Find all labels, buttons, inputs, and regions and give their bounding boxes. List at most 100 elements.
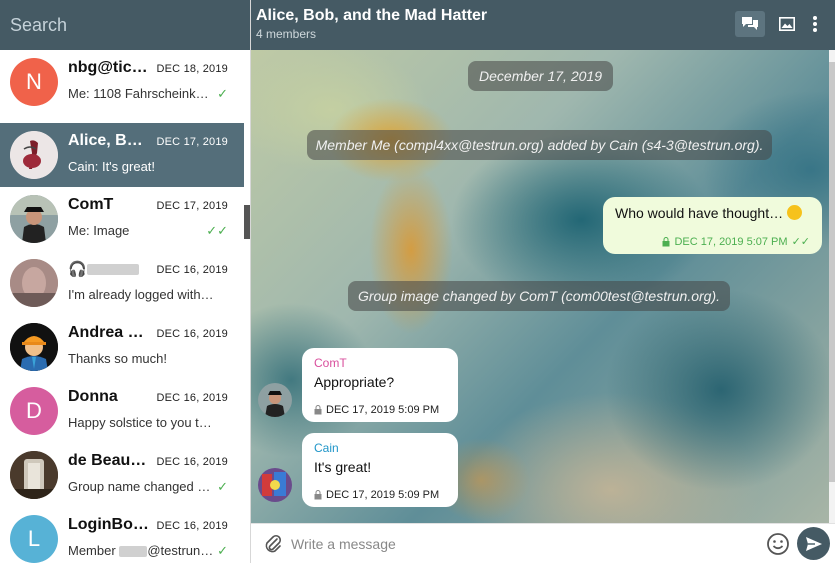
chat-preview: Me: Image: [68, 223, 130, 238]
message-meta: DEC 17, 2019 5:07 PM ✓✓: [662, 235, 810, 248]
chat-date: DEC 17, 2019: [156, 136, 228, 148]
chat-date: DEC 16, 2019: [156, 264, 228, 276]
message-text: Who would have thought…: [615, 205, 810, 221]
avatar: D: [10, 387, 58, 435]
chat-date: DEC 16, 2019: [156, 392, 228, 404]
message-body: Who would have thought…: [615, 205, 784, 221]
more-vertical-icon: [813, 16, 817, 32]
chat-subtitle: 4 members: [256, 27, 317, 41]
chat-name: 🎧: [68, 260, 152, 279]
double-check-icon: ✓✓: [206, 223, 228, 238]
redacted-address: [119, 546, 148, 558]
avatar: L: [10, 515, 58, 563]
chat-date: DEC 16, 2019: [156, 520, 228, 532]
app-window: N nbg@tick… DEC 18, 2019 Me: 1108 Fahrsc…: [0, 0, 835, 563]
chat-name: de Beauvo…: [68, 452, 152, 469]
chat-preview: Thanks so much!: [68, 351, 167, 366]
chat-preview: Member @testrun…: [68, 543, 214, 558]
send-button[interactable]: [797, 527, 830, 560]
chat-date: DEC 18, 2019: [156, 63, 228, 75]
avatar-letter: D: [26, 398, 42, 423]
attach-button[interactable]: [263, 533, 283, 555]
incoming-message[interactable]: ComT Appropriate? DEC 17, 2019 5:09 PM: [302, 348, 458, 422]
message-meta: DEC 17, 2019 5:09 PM: [314, 404, 439, 416]
chat-name: LoginBot …: [68, 516, 152, 533]
chat-item-loginbot[interactable]: L LoginBot … DEC 16, 2019 Member @testru…: [0, 507, 244, 563]
chat-list-scrollbar[interactable]: [244, 205, 250, 239]
search-input[interactable]: [0, 0, 250, 50]
chat-date: DEC 16, 2019: [156, 328, 228, 340]
message-text: Appropriate?: [314, 374, 395, 390]
redacted-name: [86, 264, 139, 276]
chat-name: nbg@tick…: [68, 59, 152, 76]
chat-date: DEC 16, 2019: [156, 456, 228, 468]
lock-icon: [314, 405, 322, 415]
sidebar: N nbg@tick… DEC 18, 2019 Me: 1108 Fahrsc…: [0, 0, 251, 563]
system-message-group-image: Group image changed by ComT (com00test@t…: [348, 281, 730, 311]
check-icon: ✓: [217, 543, 228, 558]
message-input[interactable]: [287, 529, 757, 559]
chat-item-comt[interactable]: ComT DEC 17, 2019 Me: Image ✓✓: [0, 187, 244, 251]
preview-suffix: @testrun…: [147, 543, 214, 558]
more-menu-button[interactable]: [802, 11, 828, 37]
emoji-button[interactable]: [766, 532, 790, 556]
chat-item-andrea[interactable]: Andrea Gu… DEC 16, 2019 Thanks so much!: [0, 315, 244, 379]
paperclip-icon: [265, 534, 282, 553]
chat-bubbles-button[interactable]: [735, 11, 765, 37]
send-icon: [805, 536, 822, 551]
chat-preview: Happy solstice to you t…: [68, 415, 212, 430]
avatar-letter: L: [27, 526, 41, 551]
sender-name[interactable]: ComT: [314, 356, 446, 370]
avatar-letter: N: [26, 69, 42, 94]
chat-name: Andrea Gu…: [68, 324, 152, 341]
chat-list[interactable]: N nbg@tick… DEC 18, 2019 Me: 1108 Fahrsc…: [0, 50, 244, 563]
chat-date: DEC 17, 2019: [156, 200, 228, 212]
date-separator: December 17, 2019: [468, 61, 613, 91]
image-icon: [779, 17, 795, 31]
chat-item-redacted[interactable]: 🎧 DEC 16, 2019 I'm already logged with…: [0, 251, 244, 315]
headphones-icon: 🎧: [68, 261, 87, 278]
chat-item-donna[interactable]: D Donna DEC 16, 2019 Happy solstice to y…: [0, 379, 244, 443]
avatar: [10, 451, 58, 499]
avatar: [10, 259, 58, 307]
check-icon: ✓: [217, 86, 228, 101]
smiley-icon: [767, 533, 789, 555]
sender-name[interactable]: Cain: [314, 441, 446, 455]
message-timestamp: DEC 17, 2019 5:07 PM: [674, 235, 788, 248]
avatar: N: [10, 58, 58, 106]
chat-name: Alice, Bob,…: [68, 132, 152, 149]
avatar: [10, 195, 58, 243]
message-list-scrollbar[interactable]: [829, 50, 835, 523]
shushing-face-emoji: [787, 205, 803, 220]
gallery-button[interactable]: [772, 11, 802, 37]
avatar: [10, 323, 58, 371]
outgoing-message[interactable]: Who would have thought… DEC 17, 2019 5:0…: [603, 197, 822, 254]
sender-avatar[interactable]: [258, 468, 292, 502]
chat-item-de-beauvoir[interactable]: de Beauvo… DEC 16, 2019 Group name chang…: [0, 443, 244, 507]
chat-bubbles-icon: [742, 17, 758, 30]
composer: [251, 523, 835, 563]
message-meta: DEC 17, 2019 5:09 PM: [314, 489, 439, 501]
chat-header: Alice, Bob, and the Mad Hatter 4 members: [251, 0, 835, 50]
chat-preview: Me: 1108 Fahrscheink…: [68, 86, 209, 101]
message-timestamp: DEC 17, 2019 5:09 PM: [326, 404, 440, 416]
chat-item-nbg[interactable]: N nbg@tick… DEC 18, 2019 Me: 1108 Fahrsc…: [0, 50, 244, 114]
message-list[interactable]: December 17, 2019 Member Me (compl4xx@te…: [251, 50, 829, 523]
sender-avatar[interactable]: [258, 383, 292, 417]
chat-item-alice-bob[interactable]: Alice, Bob,… DEC 17, 2019 Cain: It's gre…: [0, 123, 244, 187]
message-text: It's great!: [314, 459, 372, 475]
search-bar: [0, 0, 250, 50]
chat-title[interactable]: Alice, Bob, and the Mad Hatter: [256, 7, 487, 25]
chat-name: Donna: [68, 388, 118, 405]
chat-preview: I'm already logged with…: [68, 287, 214, 302]
preview-prefix: Member: [68, 543, 116, 558]
chat-preview: Cain: It's great!: [68, 159, 156, 174]
message-timestamp: DEC 17, 2019 5:09 PM: [326, 489, 440, 501]
system-message-member-added: Member Me (compl4xx@testrun.org) added b…: [307, 130, 772, 160]
incoming-message[interactable]: Cain It's great! DEC 17, 2019 5:09 PM: [302, 433, 458, 507]
scrollbar-thumb[interactable]: [829, 62, 835, 482]
check-icon: ✓: [217, 479, 228, 494]
avatar: [10, 131, 58, 179]
double-check-icon: ✓✓: [791, 236, 810, 248]
lock-icon: [662, 236, 670, 246]
